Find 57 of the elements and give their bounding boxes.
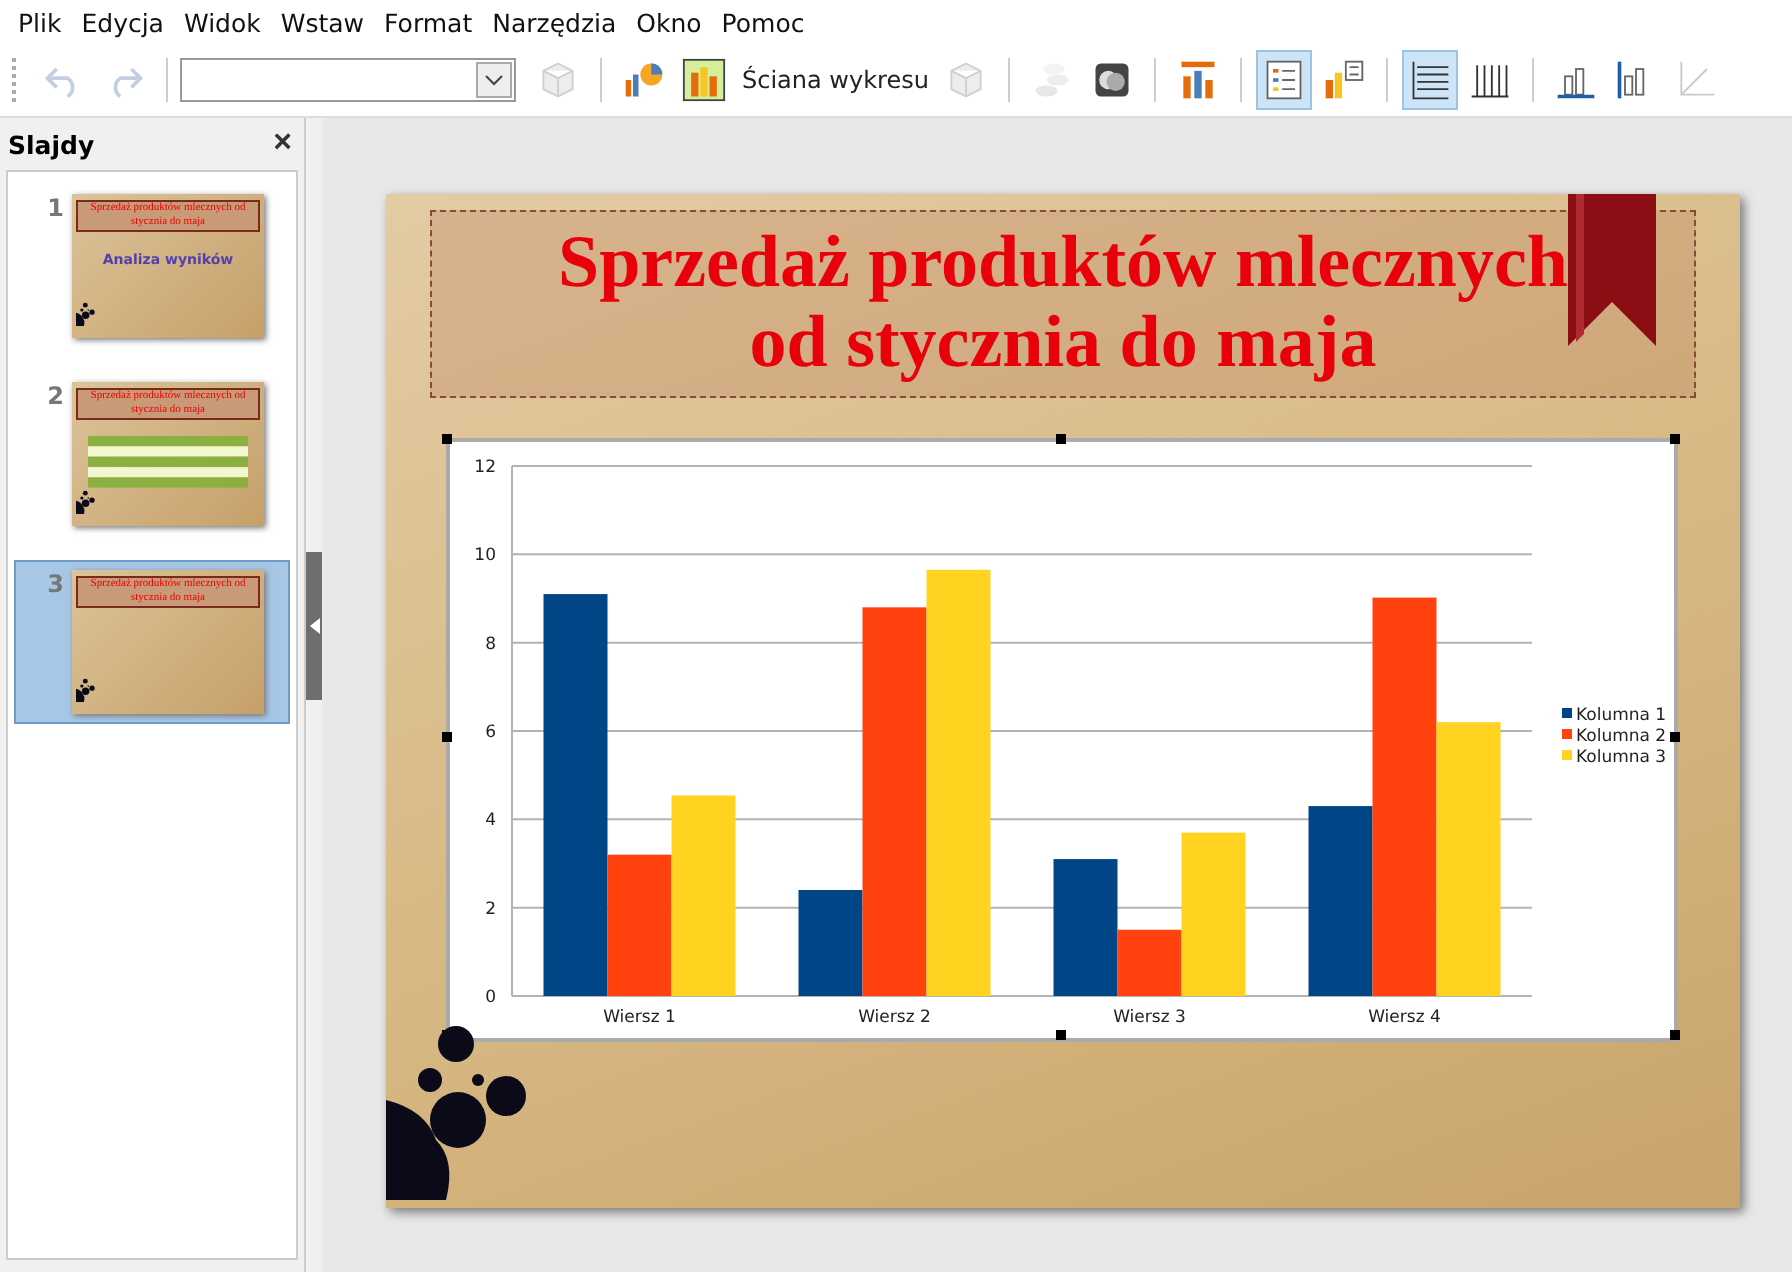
caret-icon [484, 74, 504, 86]
menu-item[interactable]: Narzędzia [482, 7, 627, 37]
slide-title: Sprzedaż produktów mlecznych [558, 224, 1568, 304]
bar-chart-icon [682, 58, 726, 102]
selection-handle[interactable] [1670, 434, 1680, 444]
ink-blot-drawing [76, 490, 100, 514]
menu-item[interactable]: Widok [173, 7, 271, 37]
data-table-icon [1090, 58, 1135, 102]
slide-number: 1 [45, 194, 64, 226]
category-label: Wiersz 1 [603, 1008, 676, 1028]
slide-title: od stycznia do maja [749, 304, 1377, 384]
legend-chart-icon [1322, 58, 1367, 102]
legend-button[interactable] [1256, 50, 1313, 110]
menu-item[interactable]: Format [374, 7, 483, 37]
axis-tick-label: 8 [485, 634, 496, 655]
slide-number: 2 [45, 382, 64, 414]
axis-tick-label: 2 [485, 899, 496, 920]
category-label: Wiersz 2 [858, 1008, 931, 1028]
chart-title-icon [1176, 58, 1221, 102]
hgrid-button[interactable] [1402, 50, 1459, 110]
menu-item[interactable]: Plik [8, 7, 72, 37]
category-label: Wiersz 3 [1113, 1008, 1186, 1028]
chart-object[interactable]: 0 2 4 6 8 10 12 Wiersz 1 Wiersz 2 Wiersz 3 Wiersz 4 Kolumna 1 Kolumna 2 Kolumna 3 [446, 438, 1678, 1042]
legend-icon [1262, 58, 1307, 102]
legend-label: Kolumna 2 [1576, 727, 1667, 747]
ribbon-bookmark-icon [1568, 194, 1656, 346]
ink-blot-drawing [76, 302, 100, 326]
menu-item[interactable]: Wstaw [270, 7, 375, 37]
legend-label: Kolumna 3 [1576, 748, 1667, 768]
menu-item[interactable]: Pomoc [711, 7, 815, 37]
selection-handle[interactable] [1670, 1030, 1680, 1040]
element-select-field[interactable] [180, 58, 516, 102]
selection-handle[interactable] [1056, 1030, 1066, 1040]
axis-tick-label: 12 [474, 458, 496, 478]
panel-title: Slajdy [8, 129, 95, 159]
collapse-arrow-icon [309, 617, 319, 633]
menu-item[interactable]: Edycja [71, 7, 174, 37]
category-label: Wiersz 4 [1368, 1008, 1441, 1028]
selection-handle[interactable] [1056, 434, 1066, 444]
axis-tick-label: 0 [485, 988, 496, 1008]
panel-collapse-handle[interactable] [306, 551, 322, 699]
selection-handle[interactable] [442, 732, 452, 742]
ink-blot-drawing [76, 678, 100, 702]
axis-tick-label: 4 [485, 811, 496, 832]
horizontal-grid-icon [1408, 58, 1453, 102]
axis-tick-label: 6 [485, 723, 496, 743]
close-button[interactable]: × [273, 126, 292, 162]
axis-tick-label: 10 [474, 546, 496, 567]
selection-handle[interactable] [442, 434, 452, 444]
menu-item[interactable]: Okno [626, 7, 712, 37]
legend-label: Kolumna 1 [1576, 706, 1667, 726]
slide-number: 3 [45, 570, 64, 602]
z-axis-icon [1674, 58, 1719, 102]
selection-handle[interactable] [1670, 732, 1680, 742]
chart-wall-button[interactable]: Ściana wykresu [736, 50, 935, 110]
pie-chart-icon [622, 58, 666, 102]
cube-icon [536, 58, 580, 102]
